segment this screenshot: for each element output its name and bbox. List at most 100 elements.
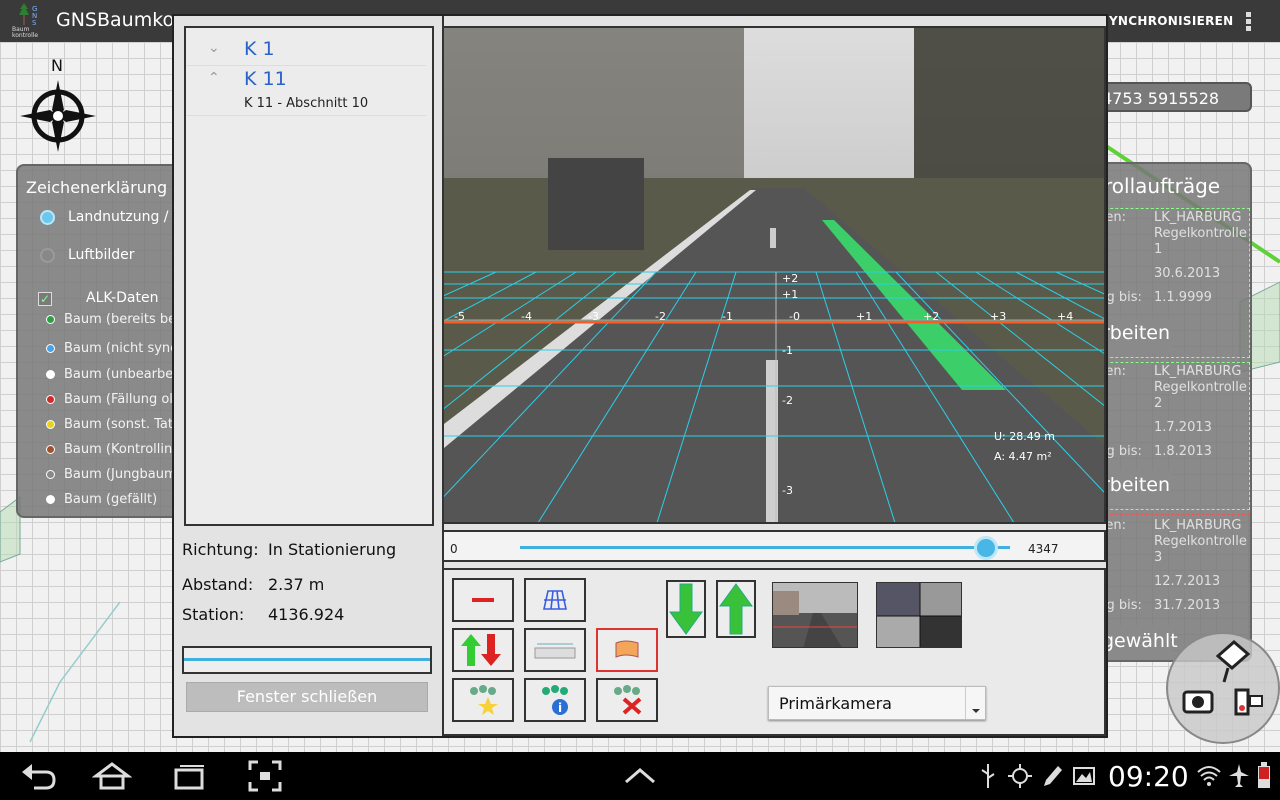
back-icon[interactable] [20,760,58,792]
minus-icon [472,598,494,602]
delete-points-icon [614,685,642,715]
y-tick-label: -3 [782,484,793,497]
measure-area: A: 4.47 m² [994,450,1052,463]
road-section-tree: ⌄ K 1 ⌃ K 11 K 11 - Abschnitt 10 [184,26,434,526]
y-tick-label: +2 [782,272,798,285]
grid-button[interactable] [524,578,586,622]
flag-icon [615,640,639,658]
layer-radio-luftbilder[interactable] [40,248,55,263]
screen: G N S Baum kontrolle GNSBaumkor SYNCHRON… [0,0,1280,800]
battery-icon [1258,762,1270,788]
layer-label-landnutzung: Landnutzung / [68,209,169,225]
delete-points-button[interactable] [596,678,658,722]
screenshot-icon[interactable] [248,760,282,792]
alk-checkbox[interactable]: ✓ [38,292,52,306]
app-logo[interactable]: G N S Baum kontrolle [10,3,50,39]
station-label: Station: [182,605,245,624]
compass-icon: N [16,56,98,154]
layer-label-luftbilder: Luftbilder [68,247,135,263]
flag-button[interactable] [596,628,658,672]
map-flip-icon [1215,640,1251,683]
camera-icon [1182,690,1214,714]
legend-item-label: Baum (Kontrollint [64,442,178,457]
order-value: Regelkontrolle [1154,380,1247,395]
camera-thumbnail-multi[interactable] [876,582,962,648]
camera-mode-button[interactable] [1166,632,1280,744]
orders-title: rollaufträge [1104,174,1221,198]
progress-fill [184,658,430,661]
order-value: 1.8.2013 [1154,444,1212,459]
legend-item-label: Baum (Jungbaum [64,467,177,482]
tree-node-k1[interactable]: ⌄ K 1 [186,36,426,66]
legend-item-label: Baum (Fällung ol [64,392,173,407]
tree-node-label: K 11 [244,68,287,90]
slider-min: 0 [450,542,458,556]
y-tick-label: -2 [782,394,793,407]
distance-label: Abstand: [182,575,254,594]
arrow-up-icon [719,583,753,635]
tree-child-abschnitt[interactable]: K 11 - Abschnitt 10 [186,96,426,116]
x-tick-label: -1 [722,310,733,323]
legend-item: Baum (gefällt) [46,492,157,507]
station-value: 4136.924 [268,605,345,624]
grid-icon [543,590,567,610]
x-tick-label: +1 [856,310,872,323]
sync-button[interactable]: SYNCHRONISIEREN [1100,14,1233,28]
order-edit-button[interactable]: rbeiten [1102,470,1172,506]
order-value: Regelkontrolle [1154,534,1247,549]
app-logo-text: Baum kontrolle [12,26,39,39]
road-video-frame[interactable]: -5 -4 -3 -2 -1 -0 +1 +2 +3 +4 +2 +1 -1 -2 -3 U: 28.49 m… [442,26,1106,524]
x-tick-label: -4 [521,310,532,323]
video-icon [1234,688,1263,716]
swap-arrows-icon [461,634,501,666]
tree-node-k11[interactable]: ⌃ K 11 [186,66,426,96]
camera-thumbnail-front[interactable] [772,582,858,648]
tree-status-dot [46,344,55,353]
order-value: LK_HARBURG [1154,518,1242,533]
tree-node-label: K 1 [244,38,275,60]
camera-select[interactable]: Primärkamera [768,686,986,720]
order-selected-button[interactable]: gewählt [1102,626,1178,660]
order-value: 1.7.2013 [1154,420,1212,435]
recent-apps-icon[interactable] [170,760,208,792]
chevron-up-icon[interactable] [622,760,658,792]
tree-status-dot [46,315,55,324]
remove-button[interactable] [452,578,514,622]
order-value: Regelkontrolle [1154,226,1247,241]
slider-track [520,546,1010,549]
camera-select-value: Primärkamera [779,694,892,713]
measurement-grid: -5 -4 -3 -2 -1 -0 +1 +2 +3 +4 +2 +1 -1 -2 -3 U: 28.49 m… [444,271,1104,522]
step-back-button[interactable] [666,580,706,638]
x-tick-label: -5 [454,310,465,323]
overflow-menu-icon[interactable] [1238,10,1258,34]
info-points-icon: i [542,685,568,715]
ruler-icon [534,643,576,659]
chevron-down-icon: ⌄ [208,40,220,56]
order-value: 2 [1154,396,1163,411]
order-value: 31.7.2013 [1154,598,1221,613]
legend-title: Zeichenerklärung [26,178,168,197]
swap-direction-button[interactable] [452,628,514,672]
tree-status-dot [46,495,55,504]
close-window-button[interactable]: Fenster schließen [186,682,428,712]
x-tick-label: -2 [655,310,666,323]
airplane-icon [1229,764,1249,787]
x-tick-label: +3 [990,310,1006,323]
distance-value: 2.37 m [268,575,325,594]
slider-knob[interactable] [973,536,998,560]
arrow-down-icon [669,583,703,635]
x-tick-label: -3 [588,310,599,323]
home-icon[interactable] [92,760,132,792]
app-title: GNSBaumkor [56,9,182,31]
favorite-points-button[interactable] [452,678,514,722]
info-points-button[interactable]: i [524,678,586,722]
order-edit-button[interactable]: rbeiten [1102,318,1172,354]
measure-button[interactable] [524,628,586,672]
legend-item: Baum (Kontrollint [46,442,177,457]
position-slider[interactable]: 0 4347 [442,530,1106,562]
step-forward-button[interactable] [716,580,756,638]
layer-radio-landnutzung[interactable] [40,210,55,225]
image-icon [1073,767,1095,785]
wifi-icon [1197,766,1221,786]
x-tick-label: -0 [789,310,800,323]
